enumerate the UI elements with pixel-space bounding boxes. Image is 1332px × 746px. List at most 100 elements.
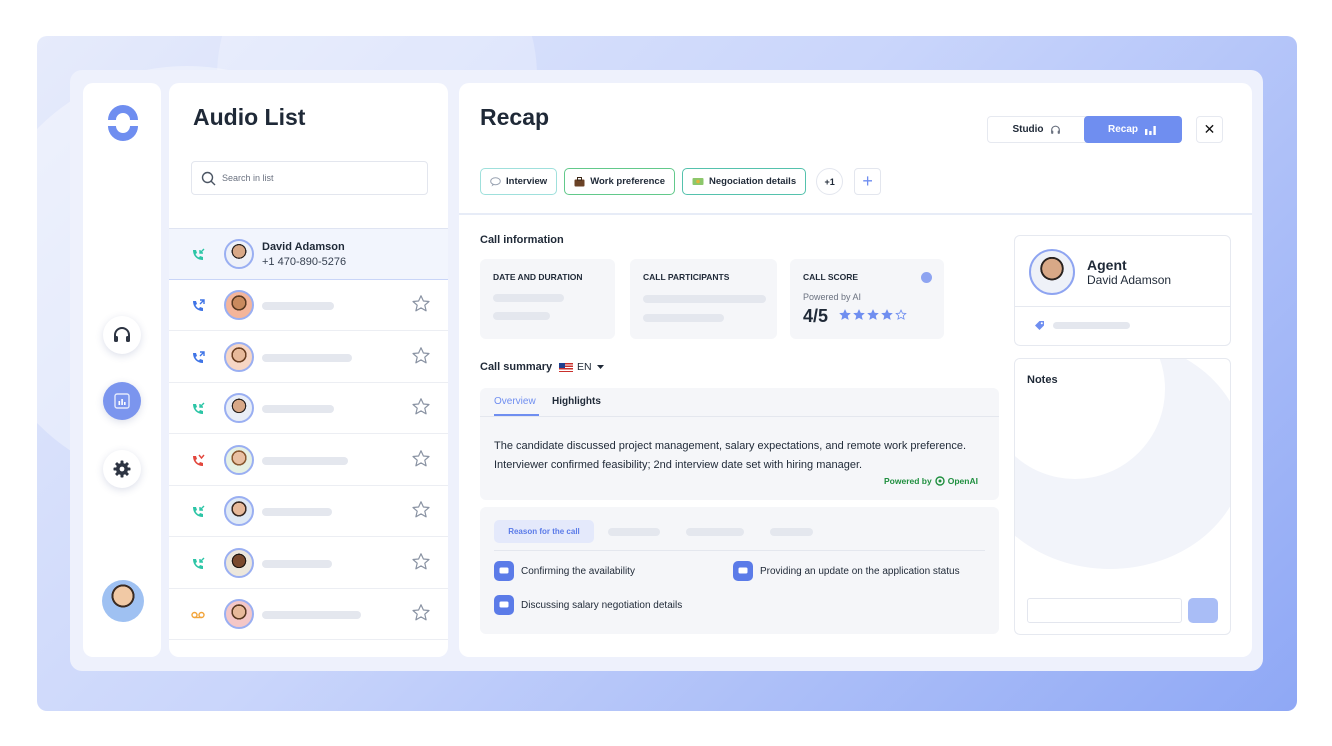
placeholder-tab (770, 528, 813, 536)
audio-row[interactable] (169, 538, 448, 589)
recap-mode-button[interactable]: Recap (1084, 116, 1182, 143)
us-flag-icon (559, 362, 573, 372)
powered-by-openai: Powered by OpenAI (884, 476, 978, 486)
summary-text: The candidate discussed project manageme… (494, 440, 967, 471)
nav-headphones-button[interactable] (103, 316, 141, 354)
placeholder-bar (262, 302, 334, 310)
add-tag-button[interactable]: + (854, 168, 882, 195)
chevron-down-icon (596, 365, 604, 369)
tag-list: Interview Work preference Negociation de… (480, 168, 882, 195)
star-icon[interactable] (411, 346, 431, 366)
tag-label: Interview (506, 176, 548, 187)
notes-send-button[interactable] (1188, 598, 1218, 623)
contact-avatar (224, 341, 254, 372)
contact-name: David Adamson (262, 241, 345, 253)
placeholder-bar (262, 508, 332, 516)
placeholder-bar (1053, 322, 1130, 329)
placeholder-tab (686, 528, 744, 536)
card-heading: CALL PARTICIPANTS (643, 272, 730, 282)
star-filled-icon (881, 309, 893, 320)
placeholder-bar (262, 456, 348, 465)
placeholder-bar (262, 611, 361, 619)
star-icon[interactable] (411, 449, 431, 469)
summary-card: Overview Highlights The candidate discus… (480, 388, 999, 500)
close-button[interactable]: ✕ (1196, 116, 1223, 143)
info-icon[interactable] (921, 272, 932, 283)
audio-row[interactable] (169, 280, 448, 331)
recap-panel: Recap Studio Recap ✕ Interview Work pref… (459, 83, 1252, 657)
star-icon[interactable] (411, 294, 431, 314)
tag-label: Work preference (590, 176, 665, 187)
score-source: Powered by AI (803, 292, 862, 302)
star-filled-icon (867, 309, 879, 320)
star-icon[interactable] (411, 552, 431, 572)
search-input[interactable]: Search in list (191, 161, 428, 195)
star-icon[interactable] (411, 397, 431, 417)
reason-item: Discussing salary negotiation details (494, 595, 682, 615)
date-duration-card: DATE AND DURATION (480, 259, 615, 339)
missed-call-icon (193, 454, 205, 466)
tag-icon (1035, 321, 1044, 330)
headphones-icon (114, 327, 130, 342)
close-icon: ✕ (1203, 121, 1216, 137)
placeholder-bar (262, 353, 352, 362)
language-select[interactable]: EN (559, 361, 605, 373)
agent-card: Agent David Adamson (1014, 235, 1231, 346)
reasons-card: Reason for the call Confirming the avail… (480, 507, 999, 634)
contact-avatar (224, 496, 254, 526)
message-icon (494, 561, 514, 581)
tag-interview[interactable]: Interview (480, 168, 558, 195)
contact-avatar (224, 290, 254, 320)
contact-avatar (224, 547, 254, 578)
user-avatar[interactable] (102, 580, 144, 622)
page-title: Recap (480, 104, 550, 130)
studio-mode-button[interactable]: Studio (988, 117, 1085, 142)
mode-toggle: Studio Recap (987, 116, 1182, 143)
audio-row[interactable] (169, 383, 448, 434)
notes-card: Notes (1014, 358, 1231, 635)
audio-row[interactable] (169, 486, 448, 537)
call-summary-heading: Call summary (480, 361, 553, 373)
speech-bubble-icon (490, 176, 501, 186)
audio-row-selected[interactable]: David Adamson +1 470-890-5276 (169, 229, 448, 280)
star-empty-icon (895, 309, 907, 320)
tab-overview[interactable]: Overview (494, 396, 536, 407)
agent-avatar (1029, 249, 1075, 295)
nav-settings-button[interactable] (103, 450, 141, 488)
voicemail-icon (191, 611, 205, 619)
more-tags-button[interactable]: +1 (816, 168, 844, 195)
studio-label: Studio (1012, 124, 1044, 135)
audio-row[interactable] (169, 435, 448, 486)
contact-phone: +1 470-890-5276 (262, 256, 347, 268)
placeholder-bar (643, 314, 724, 322)
audio-row[interactable] (169, 589, 448, 640)
tag-label: Negociation details (709, 176, 797, 187)
search-icon (201, 171, 216, 185)
tag-work-preference[interactable]: Work preference (564, 168, 675, 195)
placeholder-tab (608, 528, 660, 536)
language-code: EN (577, 361, 592, 373)
outgoing-call-icon (193, 350, 205, 363)
placeholder-bar (262, 405, 334, 413)
call-score-card: CALL SCORE Powered by AI 4/5 (790, 259, 944, 339)
divider (494, 550, 985, 551)
tab-reason-for-call[interactable]: Reason for the call (494, 520, 594, 543)
audio-list-panel: Audio List Search in list David Adamson … (169, 83, 448, 657)
contact-avatar (224, 599, 254, 629)
audio-list-title: Audio List (193, 104, 306, 130)
incoming-call-icon (193, 557, 205, 569)
placeholder-bar (643, 295, 766, 303)
nav-recap-button[interactable] (103, 382, 141, 420)
reason-label: Providing an update on the application s… (760, 565, 960, 577)
tab-highlights[interactable]: Highlights (552, 396, 601, 407)
gear-icon (113, 460, 131, 478)
app-logo (108, 105, 138, 141)
notes-input[interactable] (1027, 598, 1182, 623)
audio-row[interactable] (169, 332, 448, 383)
star-icon[interactable] (411, 603, 431, 623)
star-icon[interactable] (411, 500, 431, 520)
tag-negociation-details[interactable]: Negociation details (682, 168, 807, 195)
powered-by-label: Powered by (884, 476, 932, 486)
contact-avatar (224, 239, 254, 269)
placeholder-bar (493, 294, 564, 302)
